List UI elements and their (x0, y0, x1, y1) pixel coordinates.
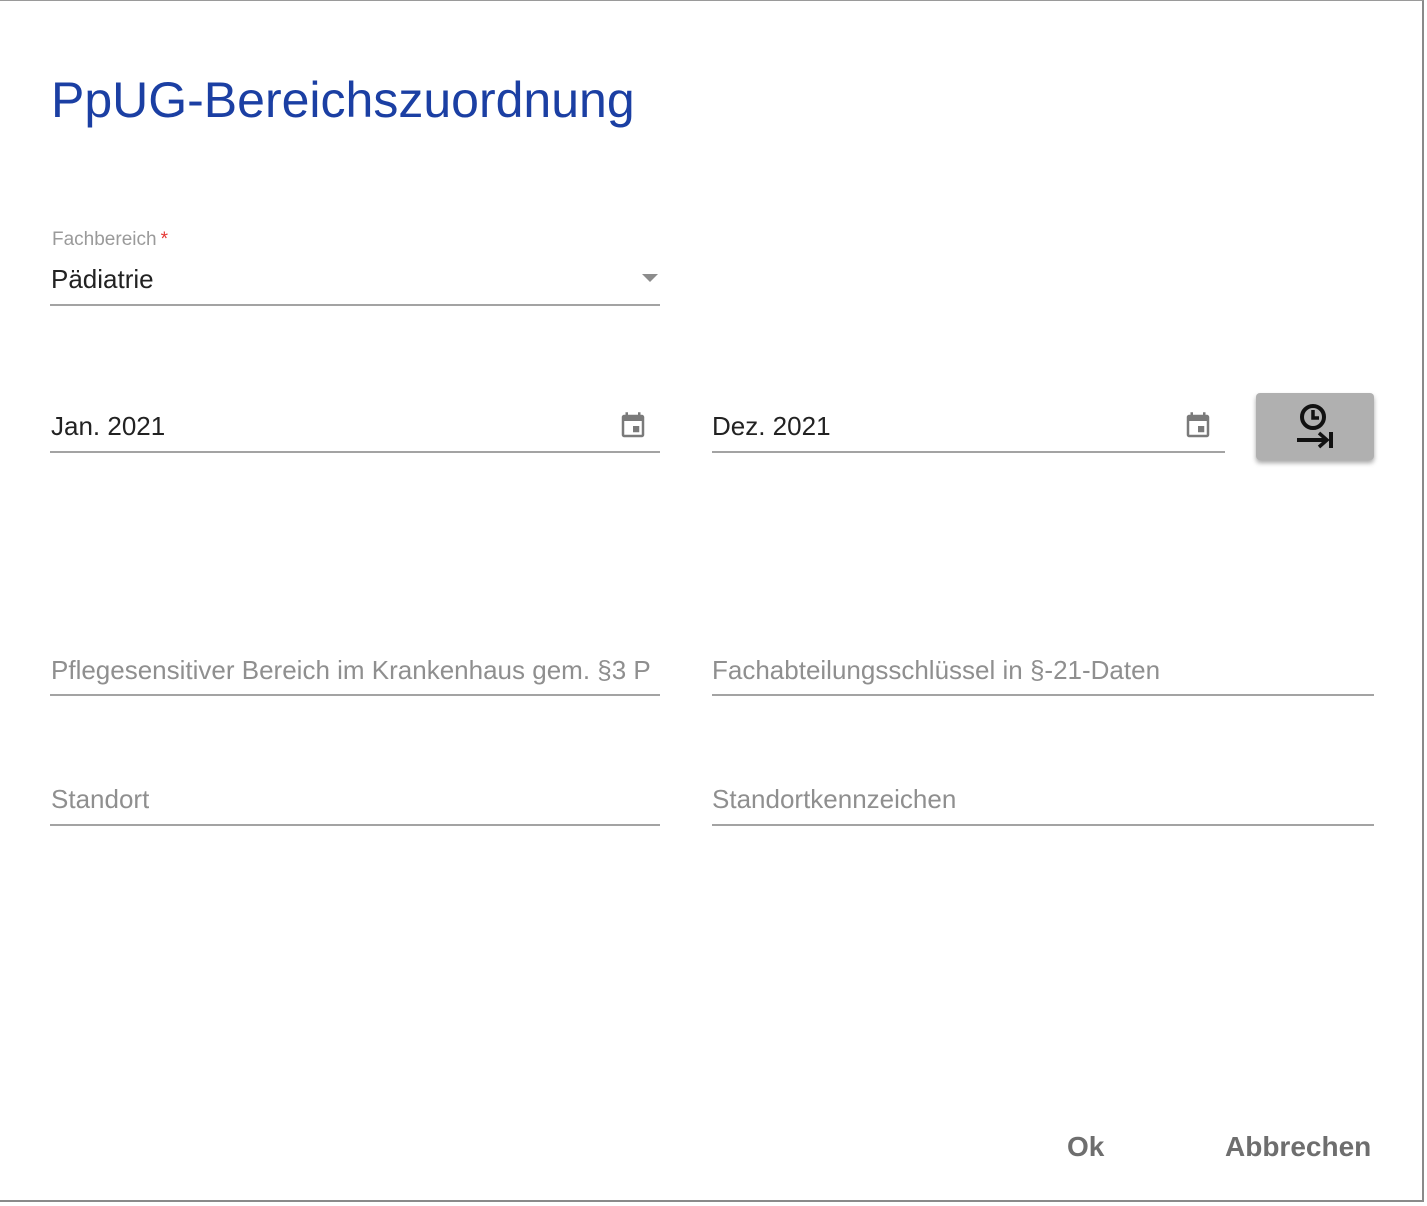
open-end-button[interactable] (1256, 393, 1374, 460)
pflegesensitiver-bereich-placeholder: Pflegesensitiver Bereich im Krankenhaus … (51, 655, 651, 685)
ok-button[interactable]: Ok (1067, 1131, 1104, 1163)
cancel-button[interactable]: Abbrechen (1225, 1131, 1371, 1163)
calendar-icon[interactable] (1183, 410, 1213, 442)
standort-field[interactable]: Standort (50, 776, 660, 826)
pflegesensitiver-underline (50, 694, 660, 696)
standort-placeholder: Standort (51, 784, 150, 814)
fachbereich-label: Fachbereich * (52, 229, 168, 251)
pflegesensitiver-bereich-field[interactable]: Pflegesensitiver Bereich im Krankenhaus … (50, 646, 660, 696)
date-to-field[interactable]: Dez. 2021 (712, 401, 1225, 453)
fachabteilungsschluessel-underline (712, 694, 1374, 696)
date-from-field[interactable]: Jan. 2021 (50, 401, 660, 453)
fachbereich-select[interactable]: Pädiatrie (50, 256, 660, 306)
clock-arrow-end-icon (1297, 403, 1333, 448)
date-to-underline (712, 451, 1225, 453)
standortkennzeichen-underline (712, 824, 1374, 826)
fachbereich-label-text: Fachbereich (52, 229, 157, 250)
standortkennzeichen-placeholder: Standortkennzeichen (712, 784, 957, 814)
date-from-underline (50, 451, 660, 453)
standortkennzeichen-field[interactable]: Standortkennzeichen (712, 776, 1374, 826)
fachbereich-value: Pädiatrie (51, 264, 154, 294)
calendar-icon[interactable] (618, 410, 648, 442)
dialog-title: PpUG-Bereichszuordnung (51, 72, 635, 128)
chevron-down-icon (642, 274, 658, 282)
standort-underline (50, 824, 660, 826)
date-to-value: Dez. 2021 (712, 411, 831, 441)
fachbereich-underline (50, 304, 660, 306)
fachabteilungsschluessel-field[interactable]: Fachabteilungsschlüssel in §-21-Daten (712, 646, 1374, 696)
dialog: PpUG-Bereichszuordnung Fachbereich * Pädi… (0, 0, 1424, 1202)
fachabteilungsschluessel-placeholder: Fachabteilungsschlüssel in §-21-Daten (712, 655, 1161, 685)
required-marker: * (160, 229, 168, 250)
date-from-value: Jan. 2021 (51, 411, 166, 441)
